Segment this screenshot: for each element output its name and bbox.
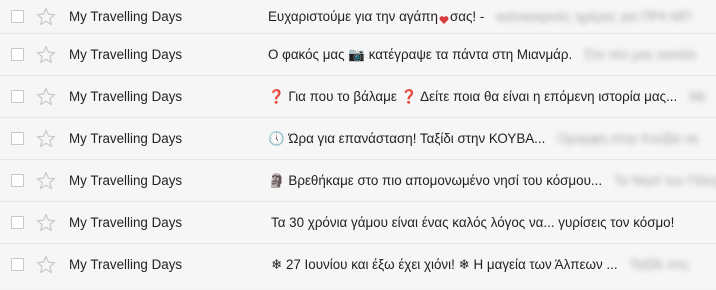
snippet-text: Με — [689, 88, 707, 104]
subject-line: Ευχαριστούμε για την αγάπη σας! - καλοκα… — [268, 8, 692, 26]
sender-name: My Travelling Days — [69, 130, 183, 146]
star-icon[interactable] — [36, 129, 56, 149]
subject-line: 🗿 Βρεθήκαμε στο πιο απομονωμένο νησί του… — [268, 172, 716, 190]
star-icon[interactable] — [36, 255, 56, 275]
star-icon[interactable] — [36, 171, 56, 191]
star-icon[interactable] — [36, 7, 56, 27]
subject-text: ❄ 27 Ιουνίου και έξω έχει χιόνι! ❄ Η μαγ… — [271, 257, 618, 272]
snippet-text: Ταξίδι στη — [629, 257, 689, 272]
sender-name: My Travelling Days — [69, 214, 183, 230]
subject-line: ❄ 27 Ιουνίου και έξω έχει χιόνι! ❄ Η μαγ… — [271, 256, 688, 274]
email-row[interactable]: My Travelling Days ❓ Για που το βάλαμε ❓… — [0, 76, 716, 118]
email-row[interactable]: My Travelling Days Τα 30 χρόνια γάμου εί… — [0, 202, 716, 244]
select-checkbox[interactable] — [11, 47, 24, 61]
sender-name: My Travelling Days — [69, 257, 183, 272]
sender-name: My Travelling Days — [69, 88, 183, 104]
select-checkbox[interactable] — [11, 258, 24, 271]
subject-line: ❓ Για που το βάλαμε ❓ Δείτε ποια θα είνα… — [268, 88, 706, 106]
subject-text: Ευχαριστούμε για την αγάπη — [268, 8, 438, 24]
select-checkbox[interactable] — [11, 9, 24, 23]
snippet-text: Το Νησί του Πάσχα — [614, 172, 716, 188]
subject-line: Τα 30 χρόνια γάμου είναι ένας καλός λόγο… — [271, 214, 674, 232]
subject-text: ❓ Για που το βάλαμε ❓ Δείτε ποια θα είνα… — [268, 88, 678, 104]
snippet-text: Ομορφη στην Κούβα σε — [557, 130, 699, 146]
star-icon[interactable] — [36, 87, 56, 107]
select-checkbox[interactable] — [11, 173, 24, 187]
select-checkbox[interactable] — [11, 131, 24, 145]
sender-name: My Travelling Days — [69, 172, 183, 188]
subject-text: Τα 30 χρόνια γάμου είναι ένας καλός λόγο… — [271, 214, 675, 230]
sender-name: My Travelling Days — [69, 46, 183, 62]
subject-line: Ο φακός μας 📷 κατέγραψε τα πάντα στη Μια… — [268, 46, 696, 64]
subject-text-end: σας! - — [449, 8, 485, 24]
star-icon[interactable] — [36, 45, 56, 65]
star-icon[interactable] — [36, 213, 56, 233]
select-checkbox[interactable] — [11, 89, 24, 103]
subject-line: 🕔 Ώρα για επανάσταση! Ταξίδι στην ΚΟΥΒΑ.… — [268, 130, 699, 148]
email-row[interactable]: My Travelling Days ❄ 27 Ιουνίου και έξω … — [0, 244, 716, 286]
email-row[interactable]: My Travelling Days Ο φακός μας 📷 κατέγρα… — [0, 34, 716, 76]
email-row[interactable]: My Travelling Days 🕔 Ώρα για επανάσταση!… — [0, 118, 716, 160]
heart-icon — [439, 12, 449, 24]
sender-name: My Travelling Days — [69, 8, 183, 24]
email-row[interactable]: My Travelling Days Ευχαριστούμε για την … — [0, 0, 716, 34]
email-row[interactable]: My Travelling Days 🗿 Βρεθήκαμε στο πιο α… — [0, 160, 716, 202]
snippet-text: Στο νέο μας κανάλι — [584, 46, 697, 62]
email-list: My Travelling Days Ευχαριστούμε για την … — [0, 0, 716, 290]
subject-text: 🗿 Βρεθήκαμε στο πιο απομονωμένο νησί του… — [268, 172, 603, 188]
subject-text: Ο φακός μας 📷 κατέγραψε τα πάντα στη Μια… — [268, 46, 573, 62]
subject-text: 🕔 Ώρα για επανάσταση! Ταξίδι στην ΚΟΥΒΑ.… — [268, 130, 546, 146]
select-checkbox[interactable] — [11, 215, 24, 229]
snippet-text: καλοκαιρινές ημέρες για ΠΡΑ ΜΠ — [496, 8, 692, 24]
